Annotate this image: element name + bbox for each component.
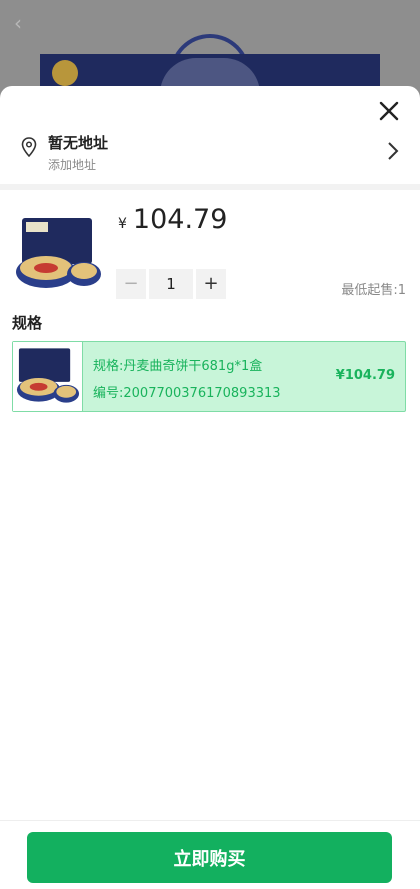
decrease-quantity-button[interactable]: − <box>116 269 146 299</box>
address-selector[interactable]: 暂无地址 添加地址 <box>0 126 420 184</box>
product-price: ¥104.79 <box>118 204 227 235</box>
plus-icon: + <box>203 273 219 294</box>
spec-option-selected[interactable]: 规格:丹麦曲奇饼干681g*1盒 编号:2007700376170893313 … <box>12 341 406 412</box>
address-subtitle: 添加地址 <box>48 158 97 172</box>
bottom-action-bar: 立即购买 <box>0 820 420 889</box>
spec-heading: 规格 <box>12 314 43 332</box>
quantity-input[interactable] <box>149 269 193 299</box>
buy-now-button[interactable]: 立即购买 <box>27 832 392 883</box>
close-button[interactable] <box>376 98 402 124</box>
address-title: 暂无地址 <box>48 134 109 152</box>
close-icon <box>379 101 399 121</box>
section-divider <box>0 184 420 190</box>
back-arrow-icon: ‹ <box>14 11 22 35</box>
location-pin-icon <box>21 137 37 158</box>
spec-thumbnail <box>13 342 83 411</box>
product-thumbnail <box>16 218 101 288</box>
product-hero-medal <box>52 60 78 86</box>
currency-symbol: ¥ <box>118 216 127 232</box>
price-value: 104.79 <box>132 204 228 235</box>
chevron-right-icon <box>388 142 399 160</box>
minus-icon: − <box>123 273 139 294</box>
spec-name: 规格:丹麦曲奇饼干681g*1盒 <box>93 359 263 374</box>
minimum-sale-label: 最低起售:1 <box>341 283 406 298</box>
spec-price: ¥104.79 <box>335 368 395 383</box>
spec-code: 编号:2007700376170893313 <box>93 386 281 401</box>
increase-quantity-button[interactable]: + <box>196 269 226 299</box>
purchase-sheet: 暂无地址 添加地址 ¥104.79 − + 最低起售:1 规格 规 <box>0 86 420 889</box>
